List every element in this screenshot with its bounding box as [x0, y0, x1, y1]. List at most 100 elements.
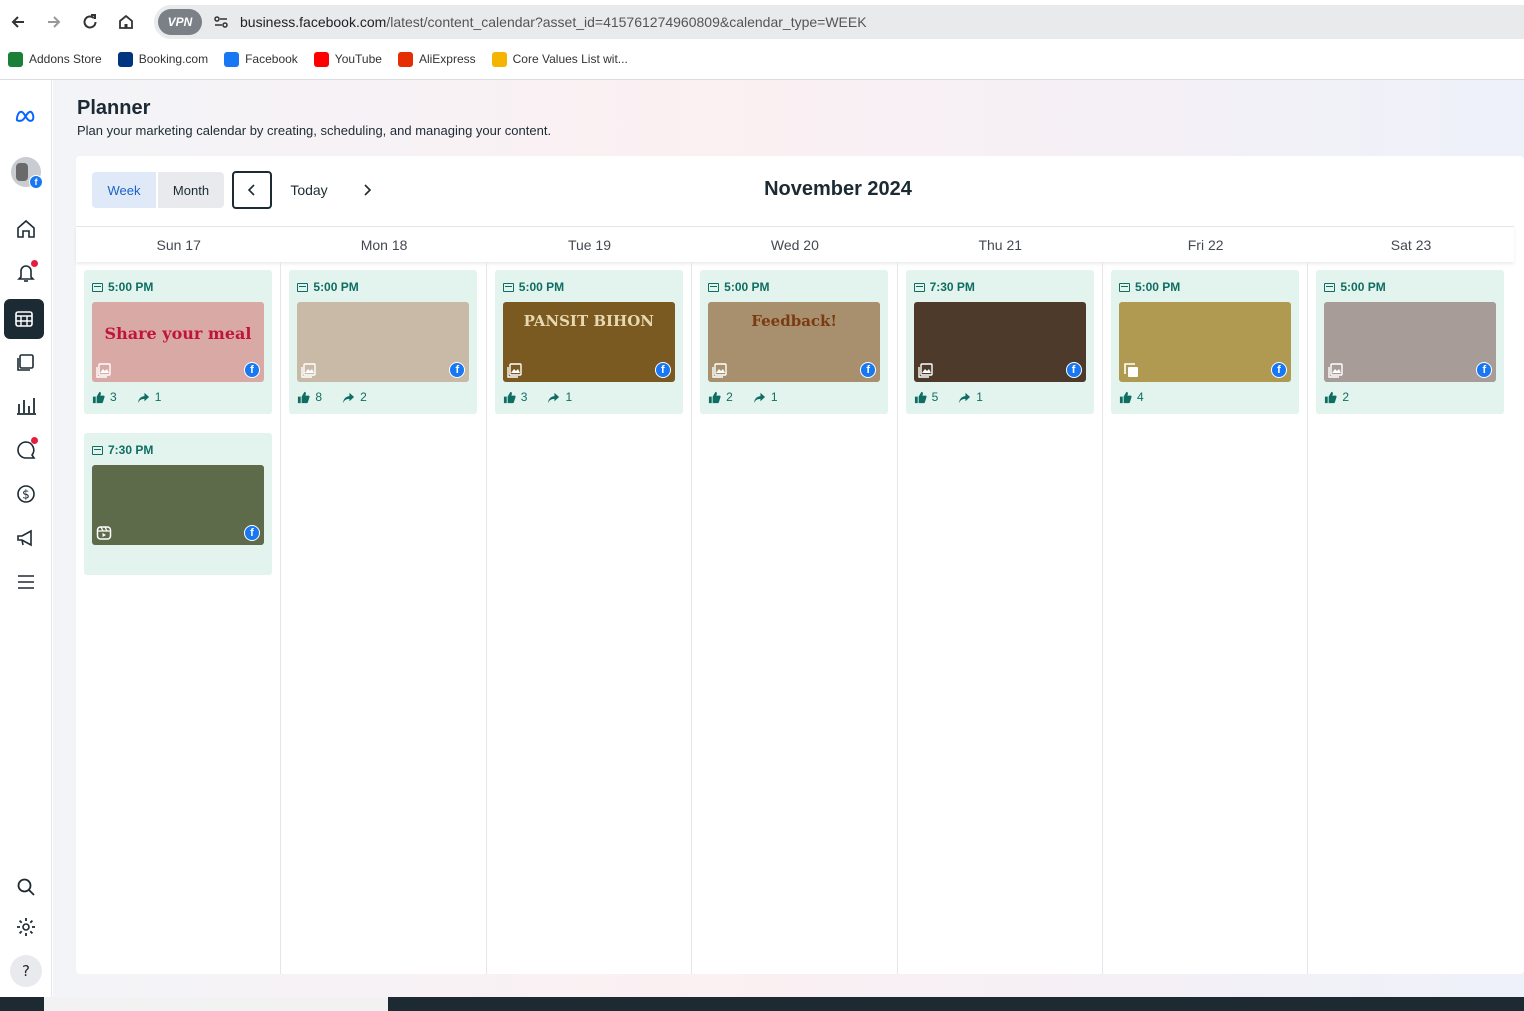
scheduled-post-card[interactable]: 7:30 PM f 5 1	[905, 270, 1094, 414]
home-nav-icon[interactable]	[10, 213, 42, 245]
day-column[interactable]: 5:00 PM PANSIT BIHON f 3 1	[487, 262, 693, 974]
notifications-icon[interactable]	[10, 257, 42, 289]
post-type-icon	[913, 282, 925, 292]
day-column[interactable]: 5:00 PM Share your meal f 3 1 7:30 PM f	[76, 262, 282, 974]
share-icon	[342, 391, 355, 404]
planner-icon[interactable]	[4, 299, 44, 339]
like-count: 3	[520, 390, 528, 404]
week-grid: 5:00 PM Share your meal f 3 1 7:30 PM f 5:00 PM…	[76, 262, 1514, 974]
share-icon	[137, 391, 150, 404]
post-stats: 31	[92, 390, 161, 404]
post-time-label: 5:00 PM	[108, 280, 154, 294]
insights-icon[interactable]	[10, 390, 42, 422]
inbox-dot	[31, 437, 38, 444]
calendar-month-title: November 2024	[764, 178, 912, 200]
post-stats: 2	[1324, 390, 1349, 404]
bookmark-item[interactable]: AliExpress	[397, 51, 476, 67]
inbox-icon[interactable]	[10, 434, 42, 466]
week-view-button[interactable]: Week	[92, 172, 156, 208]
account-avatar[interactable]: f	[10, 156, 43, 189]
post-type-icon	[1324, 282, 1336, 292]
post-time: 5:00 PM	[502, 280, 564, 294]
site-info-icon[interactable]	[210, 11, 232, 33]
share-icon	[958, 391, 971, 404]
bookmark-favicon-icon	[491, 51, 507, 67]
address-bar[interactable]: VPN business.facebook.com/latest/content…	[154, 5, 1524, 39]
url-text[interactable]: business.facebook.com/latest/content_cal…	[240, 14, 867, 30]
facebook-badge-icon: f	[29, 175, 43, 189]
month-view-button[interactable]: Month	[158, 172, 224, 208]
day-header: Fri 22	[1187, 237, 1224, 253]
content-icon[interactable]	[10, 346, 42, 378]
like-icon	[708, 391, 721, 404]
monetization-icon[interactable]: $	[10, 478, 42, 510]
day-column[interactable]: 5:00 PM f 2	[1308, 262, 1513, 974]
like-count: 2	[726, 390, 733, 404]
today-button[interactable]: Today	[280, 172, 338, 208]
vpn-badge[interactable]: VPN	[158, 9, 202, 35]
reel-icon	[96, 525, 112, 541]
bookmark-item[interactable]: YouTube	[313, 51, 382, 67]
scheduled-post-card[interactable]: 5:00 PM Share your meal f 3 1	[84, 270, 272, 414]
scheduled-post-card[interactable]: 5:00 PM f 4	[1110, 270, 1299, 414]
search-icon[interactable]	[10, 871, 42, 903]
ads-icon[interactable]	[10, 522, 42, 554]
like-icon	[1324, 391, 1337, 404]
facebook-icon: f	[449, 362, 466, 378]
home-icon[interactable]	[114, 10, 138, 34]
back-icon[interactable]	[6, 10, 30, 34]
photo-icon	[301, 362, 317, 378]
day-column[interactable]: 5:00 PM Feedback! f 2 1	[692, 262, 898, 974]
like-count: 3	[110, 390, 117, 404]
post-thumbnail[interactable]: f	[297, 302, 470, 382]
facebook-icon: f	[654, 362, 671, 378]
post-time: 7:30 PM	[92, 443, 153, 457]
previous-week-button[interactable]	[232, 171, 272, 209]
settings-icon[interactable]	[10, 911, 42, 943]
bookmark-item[interactable]: Facebook	[224, 51, 298, 67]
day-column[interactable]: 7:30 PM f 5 1	[898, 262, 1103, 974]
share-icon	[547, 391, 560, 404]
reload-icon[interactable]	[78, 10, 102, 34]
next-week-button[interactable]	[352, 172, 382, 208]
bookmark-item[interactable]: Addons Store	[8, 51, 102, 67]
post-time: 5:00 PM	[1324, 280, 1386, 294]
bookmark-item[interactable]: Booking.com	[117, 51, 208, 67]
post-stats: 21	[708, 390, 778, 404]
post-stats: 82	[297, 390, 367, 404]
post-thumbnail[interactable]: Share your meal f	[92, 302, 264, 382]
scheduled-post-card[interactable]: 5:00 PM f 2	[1316, 270, 1505, 414]
day-column[interactable]: 5:00 PM f 4	[1103, 262, 1309, 974]
post-type-icon	[92, 445, 103, 455]
post-thumbnail[interactable]: f	[913, 302, 1086, 382]
photo-icon	[507, 362, 523, 378]
like-icon	[1119, 391, 1132, 404]
post-thumbnail[interactable]: f	[1324, 302, 1497, 382]
svg-text:$: $	[22, 488, 30, 502]
scheduled-post-card[interactable]: 5:00 PM Feedback! f 2 1	[700, 270, 889, 414]
calendar-toolbar: Week Month Today November 2024	[76, 156, 1524, 226]
avatar-image: f	[11, 157, 43, 189]
meta-logo-icon[interactable]	[6, 100, 46, 132]
forward-icon[interactable]	[42, 10, 66, 34]
help-icon[interactable]: ?	[10, 955, 42, 987]
menu-icon[interactable]	[10, 566, 42, 598]
scheduled-post-card[interactable]: 5:00 PM PANSIT BIHON f 3 1	[494, 270, 683, 414]
post-thumbnail[interactable]: f	[1118, 302, 1291, 382]
day-column[interactable]: 5:00 PM f 8 2	[281, 262, 487, 974]
bookmark-item[interactable]: Core Values List wit...	[491, 51, 628, 67]
chevron-right-icon	[364, 184, 372, 196]
post-type-icon	[297, 282, 309, 292]
scheduled-post-card[interactable]: 5:00 PM f 8 2	[289, 270, 478, 414]
post-thumbnail[interactable]: PANSIT BIHON f	[502, 302, 675, 382]
chevron-left-icon	[247, 184, 255, 196]
photo-icon	[712, 362, 728, 378]
taskbar-window[interactable]	[44, 997, 388, 1011]
like-count: 8	[315, 390, 323, 404]
scheduled-post-card[interactable]: 7:30 PM f	[84, 433, 272, 575]
sidebar: f $ ?	[0, 80, 52, 997]
post-thumbnail[interactable]: f	[92, 465, 264, 545]
post-thumbnail[interactable]: Feedback! f	[708, 302, 881, 382]
url-domain: business.facebook.com	[240, 14, 387, 30]
browser-toolbar: VPN business.facebook.com/latest/content…	[0, 0, 1524, 44]
